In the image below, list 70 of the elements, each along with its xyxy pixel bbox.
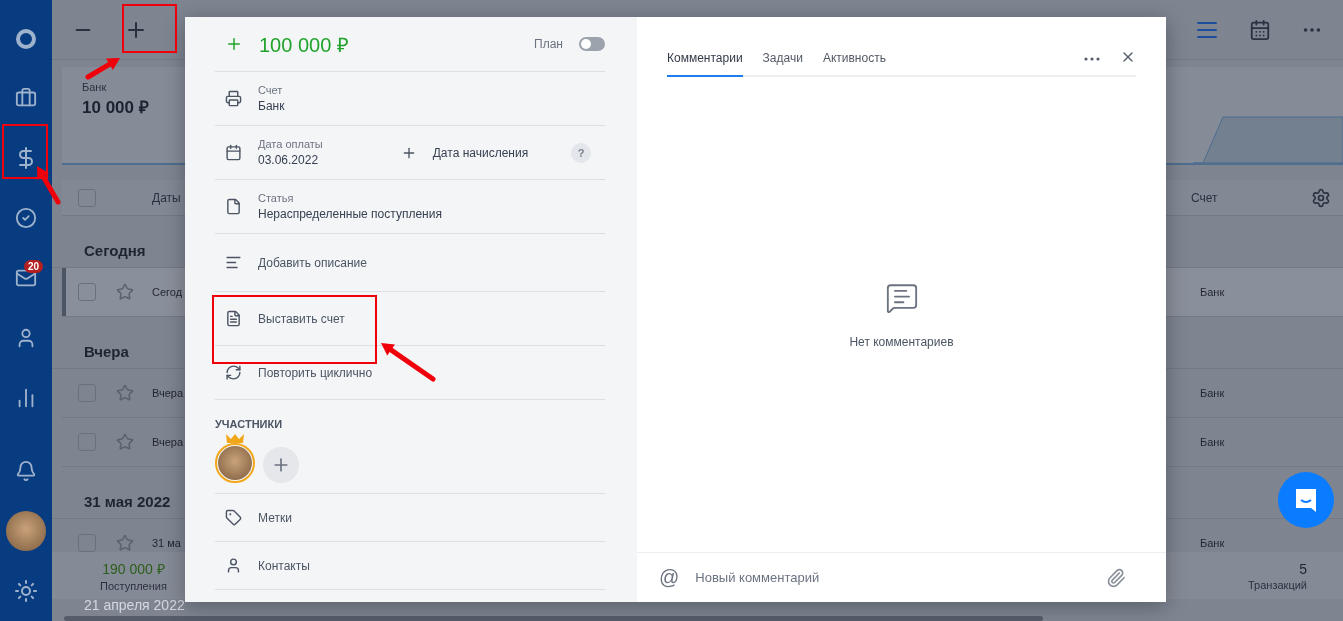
calendar-icon [225,144,242,161]
transaction-count: 5 [1299,560,1307,577]
settings-icon[interactable] [1311,187,1331,208]
text-lines-icon [225,254,242,271]
tab[interactable]: Активность [822,51,886,77]
star-icon[interactable] [116,283,134,301]
unread-badge: 20 [24,260,44,273]
annotation-frame [122,4,177,53]
table-cell: Сегод [152,286,184,298]
calendar-icon[interactable] [1249,18,1271,41]
annotation-arrow [381,343,436,382]
check-circle-icon[interactable] [15,207,37,229]
user-icon [225,557,242,574]
card-label: Банк [82,81,108,93]
column-header: Счет [1191,190,1218,205]
invoice-icon [225,310,242,327]
field-label: Дата оплаты [258,138,323,150]
annotation-arrow [37,166,61,205]
column-header: Даты [152,190,181,205]
card-amount: 10 000 ₽ [82,97,149,118]
plus-icon [225,35,243,53]
tab[interactable]: Задачи [762,51,803,77]
more-icon [1084,57,1100,61]
transaction-label: Транзакций [1248,578,1307,591]
table-cell: Вчера [152,387,184,399]
star-icon[interactable] [116,534,134,552]
chat-button[interactable] [1278,472,1334,528]
income-label: Поступления [100,580,167,592]
income-total: 190 000 ₽ [102,560,165,578]
bell-icon[interactable] [15,460,37,482]
repeat-icon [225,364,242,381]
table-cell-text: 31 ма [152,537,182,549]
action-item[interactable]: Выставить счет [215,292,605,346]
mention-button[interactable]: @ [659,566,680,589]
empty-message: Нет комментариев [849,334,954,349]
field-label: Статья [258,192,295,204]
table-cell-text: Банк [1200,537,1226,549]
field-value[interactable]: 03.06.2022 [258,153,323,167]
sun-icon[interactable] [14,579,38,603]
accrual-date-link[interactable]: Дата начисления [432,145,529,160]
field-label: Счет [258,84,284,96]
paperclip-icon[interactable] [1106,567,1126,588]
table-cell-text: Банк [1200,436,1226,448]
row-checkbox[interactable] [78,283,96,301]
document-icon [225,198,242,215]
action-item[interactable]: Добавить описание [215,234,605,292]
plan-label: План [534,37,563,51]
group-title: 21 апреля 2022 [83,599,186,615]
annotation-frame [2,124,48,179]
table-cell-text: Банк [1200,387,1226,399]
annotation-arrow [85,58,120,80]
star-icon[interactable] [116,384,134,402]
plan-toggle[interactable] [579,37,605,51]
select-all-checkbox[interactable] [78,188,96,207]
action-item[interactable]: Метки [215,494,605,542]
logo-icon[interactable] [15,27,37,49]
briefcase-icon[interactable] [15,87,37,109]
avatar-placeholder[interactable] [218,446,252,480]
add-participant-button[interactable] [263,447,299,483]
star-icon[interactable] [116,433,134,451]
tag-icon [225,509,242,526]
scrollbar[interactable] [64,616,1043,621]
field-value[interactable]: Банк [258,99,285,113]
avatar-placeholder[interactable] [6,511,46,551]
action-item[interactable]: Контакты [215,542,605,590]
table-cell: Вчера [152,436,184,448]
section-title: УЧАСТНИКИ [215,418,284,430]
amount: 100 000 ₽ [259,32,350,58]
tab[interactable]: Комментарии [667,51,743,77]
table-cell-text: Банк [1200,286,1226,298]
